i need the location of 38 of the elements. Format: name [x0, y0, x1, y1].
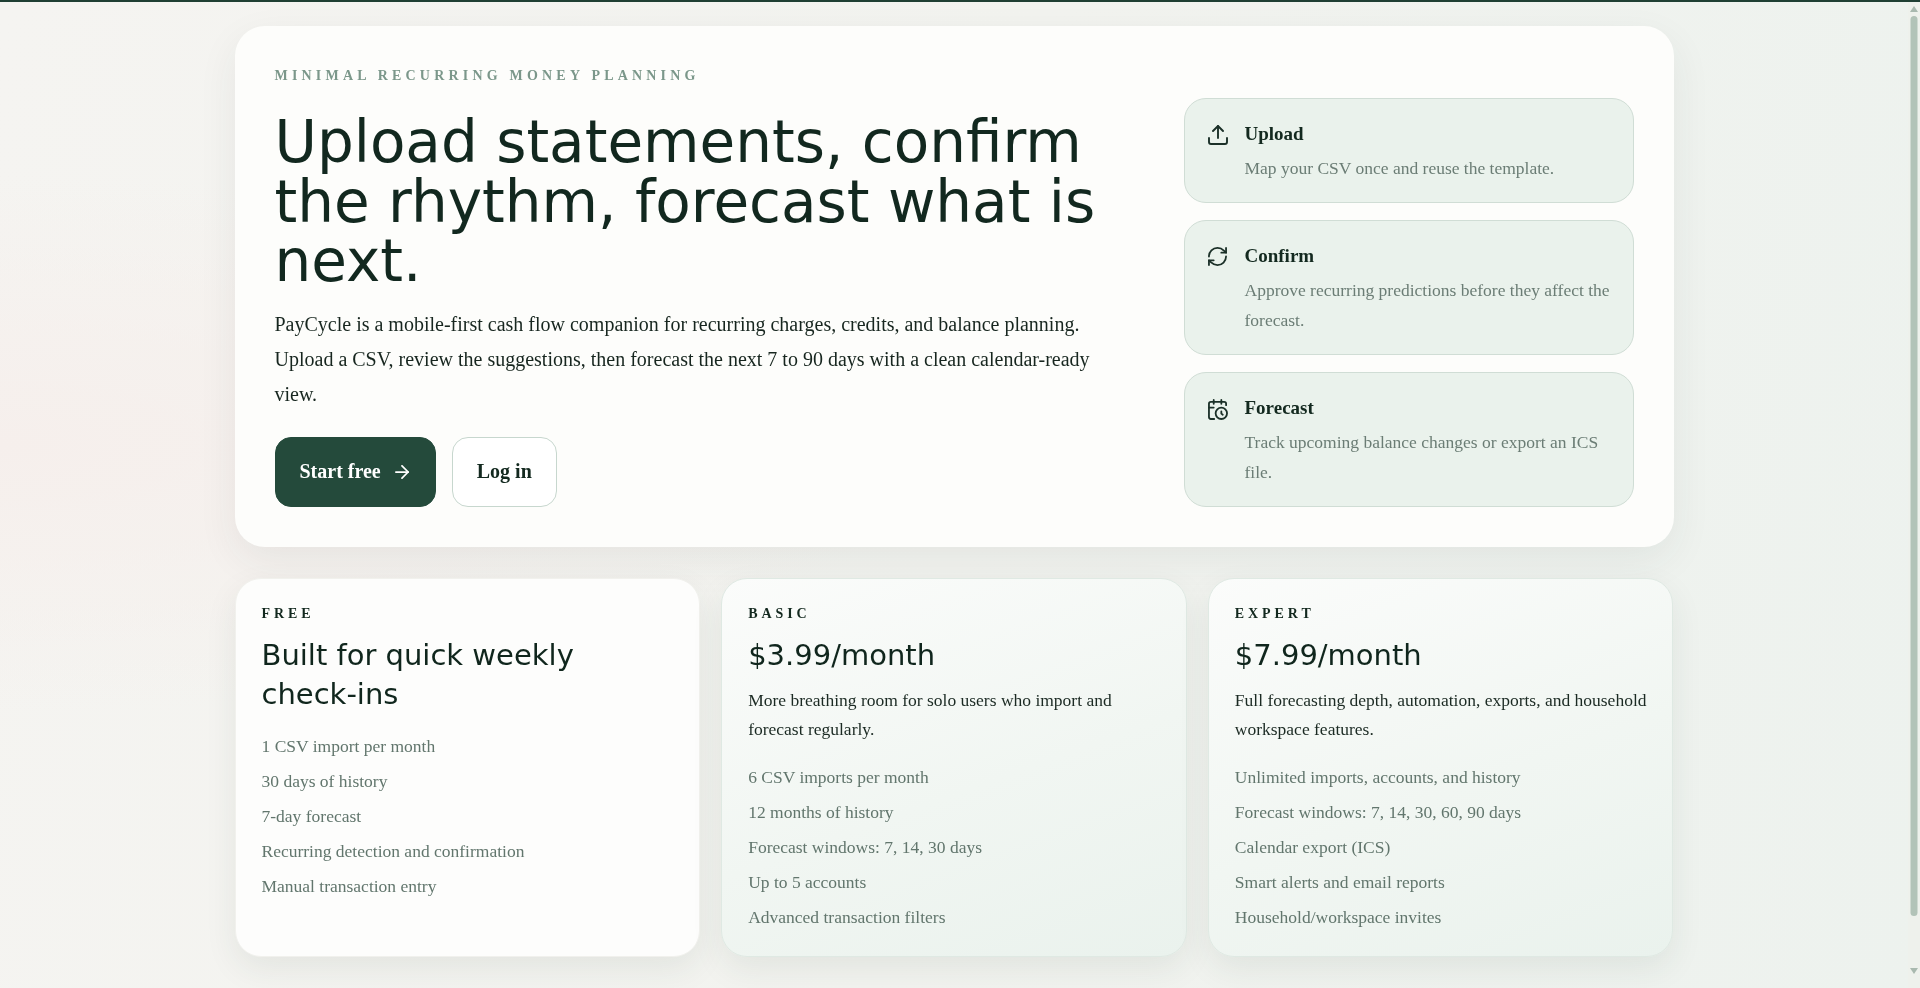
- feature-item: Forecast windows: 7, 14, 30 days: [748, 835, 983, 859]
- tagline: MINIMAL RECURRING MONEY PLANNING: [274, 68, 701, 84]
- arrow-right-icon: [394, 464, 409, 479]
- feature-item: 1 CSV import per month: [261, 734, 437, 758]
- feature-item: Advanced transaction filters: [748, 905, 947, 929]
- feature-item: Unlimited imports, accounts, and history: [1234, 765, 1522, 789]
- step-title: Confirm: [1244, 243, 1316, 268]
- step-description: Track upcoming balance changes or export an ICS file.: [1244, 430, 1600, 484]
- calendar-clock-icon: [1207, 398, 1228, 420]
- feature-item: 7-day forecast: [261, 804, 363, 828]
- hero-heading: Upload statements, confirm the rhythm, forecast what is next.: [274, 113, 1097, 292]
- primary-button[interactable]: Start free: [274, 436, 436, 507]
- feature-item: Smart alerts and email reports: [1234, 870, 1446, 894]
- upload-icon: [1207, 124, 1228, 145]
- plan-description: More breathing room for solo users who import and forecast regularly.: [748, 688, 1113, 741]
- plan-price: $7.99/month: [1234, 636, 1423, 674]
- plan-tier-label: FREE: [261, 605, 316, 622]
- feature-item: Up to 5 accounts: [748, 870, 868, 894]
- feature-item: 12 months of history: [748, 800, 895, 824]
- step-title: Forecast: [1244, 395, 1315, 420]
- feature-item: Recurring detection and confirmation: [261, 839, 526, 863]
- step-description: Map your CSV once and reuse the template.: [1244, 156, 1556, 180]
- plan-title: Built for quick weekly check-ins: [261, 636, 575, 713]
- step-description: Approve recurring predictions before they affect the forecast.: [1244, 278, 1611, 332]
- feature-item: Calendar export (ICS): [1234, 835, 1392, 859]
- feature-item: Household/workspace invites: [1234, 905, 1443, 929]
- plan-tier-label: EXPERT: [1234, 605, 1316, 622]
- feature-item: Manual transaction entry: [261, 874, 438, 898]
- feature-item: 30 days of history: [261, 769, 389, 793]
- plan-price: $3.99/month: [748, 636, 937, 674]
- plan-tier-label: BASIC: [748, 605, 812, 622]
- intro-paragraph: PayCycle is a mobile-first cash flow companion for recurring charges, credits, and balance planning. Upload a CSV, review the suggestions, then forecast the next 7 to 90 days with a clean calendar-ready view.: [274, 311, 1091, 407]
- feature-item: Forecast windows: 7, 14, 30, 60, 90 days: [1234, 800, 1523, 824]
- secondary-button[interactable]: Log in: [451, 436, 557, 507]
- refresh-icon: [1207, 246, 1227, 266]
- plan-description: Full forecasting depth, automation, exports, and household workspace features.: [1234, 688, 1648, 741]
- step-title: Upload: [1244, 121, 1305, 146]
- feature-item: 6 CSV imports per month: [748, 765, 930, 789]
